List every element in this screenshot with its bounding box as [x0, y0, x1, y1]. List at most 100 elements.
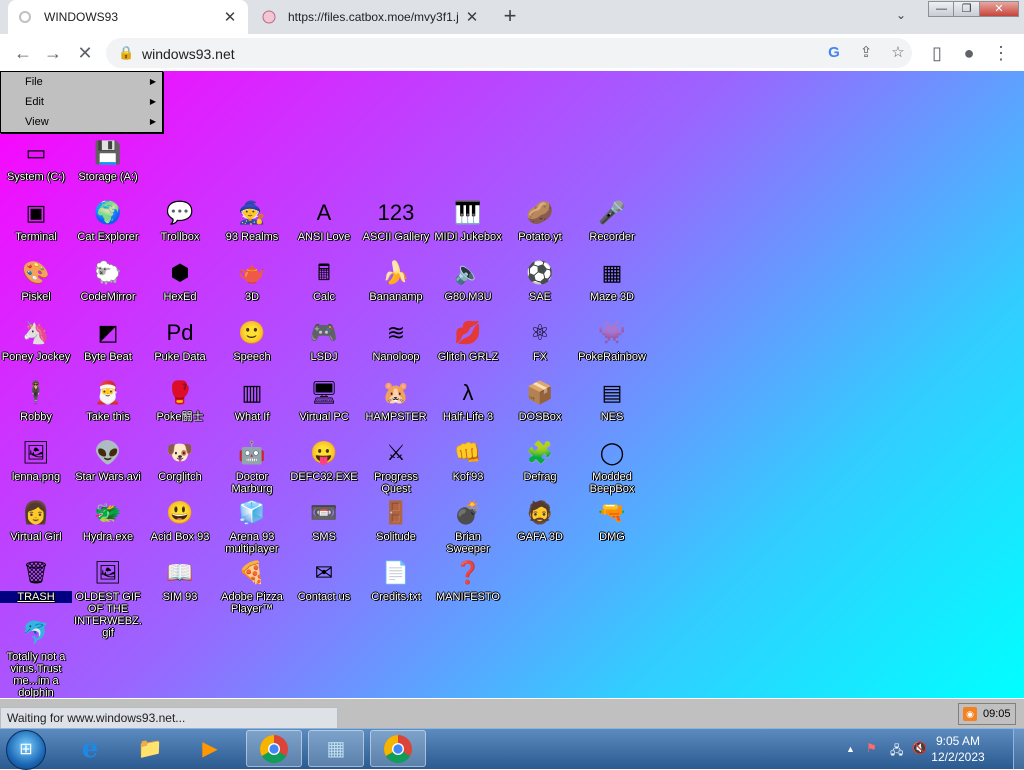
- tab-catbox[interactable]: https://files.catbox.moe/mvy3f1.j ✕: [252, 0, 490, 34]
- desktop-icon[interactable]: ⚔ Progress Quest: [360, 437, 432, 495]
- desktop-icon[interactable]: 🗑 TRASH: [0, 557, 72, 603]
- desktop-icon[interactable]: ▭ System (C:): [0, 137, 72, 183]
- desktop-icon[interactable]: 🧩 Defrag: [504, 437, 576, 483]
- tab-windows93[interactable]: WINDOWS93 ✕: [8, 0, 248, 34]
- w93-clock[interactable]: ◉ 09:05: [958, 703, 1016, 725]
- forward-arrow-icon[interactable]: →: [42, 42, 64, 64]
- stop-loading-icon[interactable]: ✕: [74, 42, 96, 64]
- tab-close-icon[interactable]: ✕: [222, 8, 238, 26]
- desktop-icon[interactable]: 🖩 Calc: [288, 257, 360, 303]
- back-arrow-icon[interactable]: ←: [12, 42, 34, 64]
- new-tab-button[interactable]: +: [498, 5, 522, 29]
- desktop-icon[interactable]: ▤ NES: [576, 377, 648, 423]
- desktop-icon[interactable]: 🙂 Speech: [216, 317, 288, 363]
- desktop-icon[interactable]: 💬 Trollbox: [144, 197, 216, 243]
- profile-avatar-icon[interactable]: ●: [958, 42, 980, 64]
- desktop-icon[interactable]: 👽 Star Wars.avi: [72, 437, 144, 483]
- desktop-icon[interactable]: ◯ Modded BeepBox: [576, 437, 648, 495]
- desktop-icon[interactable]: 🖼 lenna.png: [0, 437, 72, 483]
- url-text[interactable]: windows93.net: [142, 46, 235, 62]
- desktop-icon[interactable]: ⬢ HexEd: [144, 257, 216, 303]
- desktop-icon[interactable]: 💋 Glitch GRLZ: [432, 317, 504, 363]
- desktop-icon[interactable]: ❓ MANIFESTO: [432, 557, 504, 603]
- desktop-icon[interactable]: 🧙 93 Realms: [216, 197, 288, 243]
- menu-item-edit[interactable]: Edit ▶: [1, 92, 162, 112]
- desktop-icon[interactable]: 🚪 Solitude: [360, 497, 432, 543]
- menu-kebab-icon[interactable]: ⋮: [990, 42, 1012, 64]
- desktop-icon[interactable]: 😛 DEFC32.EXE: [288, 437, 360, 483]
- desktop-icon[interactable]: 🎅 Take this: [72, 377, 144, 423]
- muted-volume-icon[interactable]: 🔇: [912, 741, 927, 755]
- desktop-icon[interactable]: 123 ASCII Gallery: [360, 197, 432, 243]
- desktop-icon[interactable]: 👩 Virtual Girl: [0, 497, 72, 543]
- lock-icon[interactable]: 🔒: [118, 45, 134, 61]
- desktop-icon[interactable]: 🐹 HAMPSTER: [360, 377, 432, 423]
- desktop-icon[interactable]: 💾 Storage (A:): [72, 137, 144, 183]
- desktop-icon[interactable]: 🤖 Doctor Marburg: [216, 437, 288, 495]
- minimize-button[interactable]: —: [928, 1, 955, 17]
- desktop-icon[interactable]: ≋ Nanoloop: [360, 317, 432, 363]
- desktop-icon[interactable]: ✉ Contact us: [288, 557, 360, 603]
- desktop-icon[interactable]: 🧊 Arena 93 multiplayer: [216, 497, 288, 555]
- start-button[interactable]: ⊞: [6, 730, 46, 770]
- desktop-icon[interactable]: 🐶 Corglitch: [144, 437, 216, 483]
- desktop-icon[interactable]: 🔈 G80.M3U: [432, 257, 504, 303]
- desktop-icon[interactable]: ▦ Maze 3D: [576, 257, 648, 303]
- internet-explorer-icon[interactable]: e: [62, 730, 118, 767]
- desktop-icon[interactable]: 🖼 OLDEST GIF OF THE INTERWEBZ.gif: [72, 557, 144, 639]
- desktop-icon[interactable]: 🌍 Cat Explorer: [72, 197, 144, 243]
- desktop-icon[interactable]: 🕴 Robby: [0, 377, 72, 423]
- desktop-icon[interactable]: λ Half-Life 3: [432, 377, 504, 423]
- desktop-icon[interactable]: 🫖 3D: [216, 257, 288, 303]
- action-center-flag-icon[interactable]: ⚑: [866, 741, 877, 755]
- media-player-icon[interactable]: ▶: [182, 730, 238, 767]
- desktop-icon[interactable]: A ANSI Love: [288, 197, 360, 243]
- desktop-icon[interactable]: 🐲 Hydra.exe: [72, 497, 144, 543]
- desktop-icon[interactable]: 🖥 Virtual PC: [288, 377, 360, 423]
- show-desktop-button[interactable]: [1013, 729, 1024, 769]
- desktop-icon[interactable]: 🧔 GAFA 3D: [504, 497, 576, 543]
- share-icon[interactable]: ⇪: [856, 43, 876, 63]
- desktop-icon[interactable]: 😃 Acid Box 93: [144, 497, 216, 543]
- tab-search-chevron-icon[interactable]: ⌄: [896, 8, 906, 22]
- desktop-icon[interactable]: 🎹 MIDI Jukebox: [432, 197, 504, 243]
- desktop-icon[interactable]: ⚛ FX: [504, 317, 576, 363]
- desktop-icon[interactable]: 🍕 Adobe Pizza Player™: [216, 557, 288, 615]
- desktop-icon[interactable]: 🎤 Recorder: [576, 197, 648, 243]
- app-taskbar-button[interactable]: ▦: [308, 730, 364, 767]
- desktop-icon[interactable]: ▣ Terminal: [0, 197, 72, 243]
- desktop-icon[interactable]: ▥ What If: [216, 377, 288, 423]
- system-clock[interactable]: 9:05 AM 12/2/2023: [930, 733, 986, 765]
- desktop-icon[interactable]: 🔫 DMG: [576, 497, 648, 543]
- desktop-icon[interactable]: 📖 SIM 93: [144, 557, 216, 603]
- close-window-button[interactable]: ✕: [979, 1, 1019, 17]
- desktop-icon[interactable]: 👊 Kof'93: [432, 437, 504, 483]
- tray-chevron-icon[interactable]: ▲: [846, 744, 855, 754]
- desktop-icon[interactable]: 💣 Brian Sweeper: [432, 497, 504, 555]
- desktop-icon[interactable]: 👾 PokeRainbow: [576, 317, 648, 363]
- desktop-icon[interactable]: 🦄 Poney Jockey: [0, 317, 72, 363]
- maximize-button[interactable]: ❐: [953, 1, 980, 17]
- tab-close-icon[interactable]: ✕: [464, 8, 480, 26]
- side-panel-icon[interactable]: ▯: [926, 42, 948, 64]
- desktop-icon[interactable]: 📄 Credits.txt: [360, 557, 432, 603]
- desktop-icon[interactable]: 🥊 Poke闘士: [144, 377, 216, 423]
- chrome-taskbar-button[interactable]: [246, 730, 302, 767]
- desktop-icon[interactable]: 🐑 CodeMirror: [72, 257, 144, 303]
- desktop-icon[interactable]: 🍌 Bananamp: [360, 257, 432, 303]
- menu-item-file[interactable]: File ▶: [1, 72, 162, 92]
- w93-desktop[interactable]: File ▶ Edit ▶ View ▶ ▭ System (C:) 💾 Storage (…: [0, 71, 1024, 698]
- desktop-icon[interactable]: ⚽ SAE: [504, 257, 576, 303]
- desktop-icon[interactable]: 📦 DOSBox: [504, 377, 576, 423]
- desktop-icon[interactable]: 🎮 LSDJ: [288, 317, 360, 363]
- chrome-taskbar-button-2[interactable]: [370, 730, 426, 767]
- address-bar[interactable]: 🔒 windows93.net G ⇪ ☆: [106, 38, 912, 68]
- desktop-icon[interactable]: Pd Puke Data: [144, 317, 216, 363]
- desktop-icon[interactable]: 🎨 Piskel: [0, 257, 72, 303]
- desktop-icon[interactable]: ◩ Byte Beat: [72, 317, 144, 363]
- file-explorer-icon[interactable]: 📁: [122, 730, 178, 767]
- desktop-icon[interactable]: 🐬 Totally not a virus.Trust me...im a dol…: [0, 617, 72, 698]
- network-icon[interactable]: 🖧: [890, 741, 903, 762]
- desktop-icon[interactable]: 📼 SMS: [288, 497, 360, 543]
- bookmark-star-icon[interactable]: ☆: [888, 43, 908, 63]
